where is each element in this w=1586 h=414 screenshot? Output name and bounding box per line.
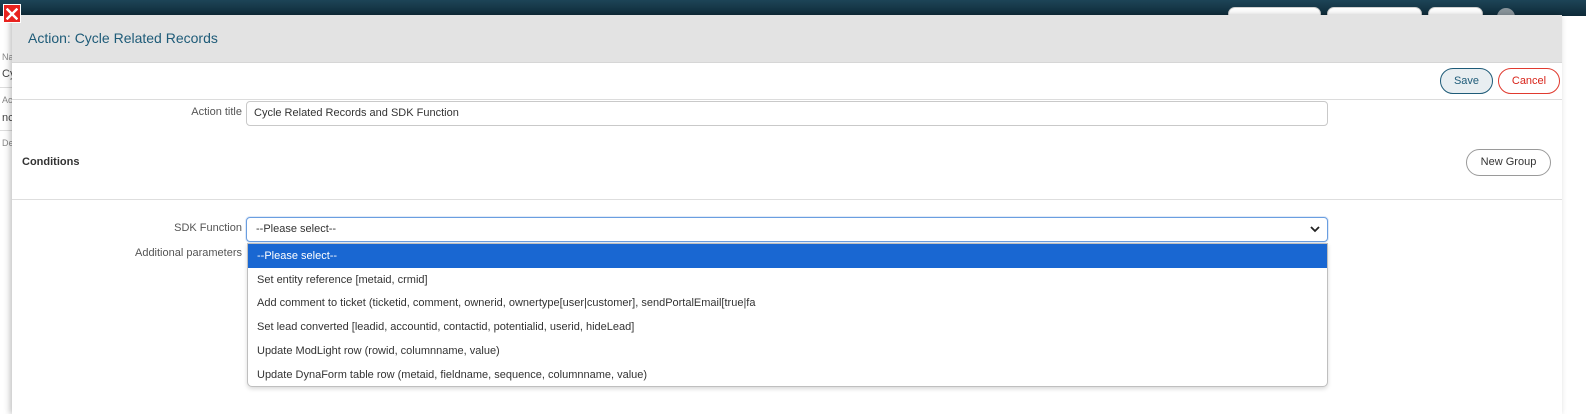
dropdown-option[interactable]: Set lead converted [leadid, accountid, c… (248, 315, 1327, 339)
bg-field-label: Ac (2, 95, 12, 105)
bg-divider (0, 130, 12, 131)
dropdown-option[interactable]: Add comment to ticket (ticketid, comment… (248, 291, 1327, 315)
action-title-input[interactable]: Cycle Related Records and SDK Function (246, 101, 1328, 126)
bg-field-label: De (2, 138, 12, 148)
section-divider (12, 199, 1562, 200)
action-title-label: Action title (191, 106, 242, 118)
modal-button-bar: Save Cancel (12, 63, 1562, 100)
dropdown-option[interactable]: Update DynaForm table row (metaid, field… (248, 363, 1327, 386)
sdk-function-select[interactable]: --Please select-- (246, 217, 1328, 242)
bg-divider (0, 87, 12, 88)
additional-parameters-label: Additional parameters (134, 247, 242, 259)
conditions-heading: Conditions (22, 156, 80, 168)
save-button[interactable]: Save (1440, 68, 1493, 94)
chevron-down-icon (1310, 226, 1320, 233)
new-group-button[interactable]: New Group (1466, 149, 1551, 176)
close-icon (6, 7, 18, 20)
cancel-button[interactable]: Cancel (1498, 68, 1560, 94)
modal-title-bar: Action: Cycle Related Records (12, 15, 1562, 63)
sdk-function-selected-value: --Please select-- (256, 223, 337, 235)
dropdown-option[interactable]: --Please select-- (248, 244, 1327, 268)
sdk-function-dropdown: --Please select-- Set entity reference [… (247, 243, 1328, 387)
bg-field-value: Cy (2, 68, 12, 80)
dropdown-option[interactable]: Update ModLight row (rowid, columnname, … (248, 339, 1327, 363)
modal-title: Action: Cycle Related Records (28, 30, 218, 46)
action-modal: Action: Cycle Related Records Save Cance… (12, 15, 1562, 414)
sdk-function-label: SDK Function (174, 222, 242, 234)
bg-field-value: nc (2, 112, 12, 124)
background-sidebar: Na Cy Ac nc De (0, 16, 12, 414)
close-modal-button[interactable] (3, 4, 21, 23)
bg-field-label: Na (2, 52, 12, 62)
dropdown-option[interactable]: Set entity reference [metaid, crmid] (248, 268, 1327, 292)
